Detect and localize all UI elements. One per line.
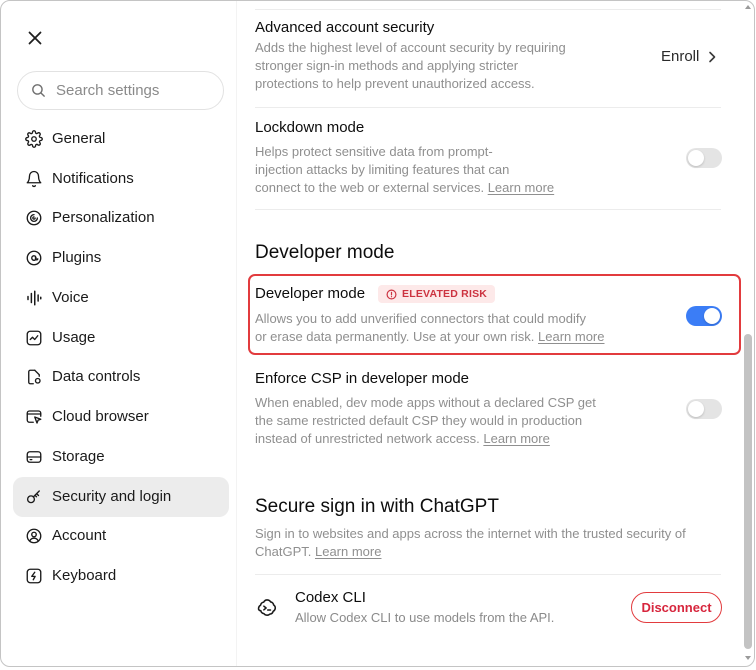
scroll-up-arrow[interactable]	[745, 5, 751, 9]
sidebar-item-storage[interactable]: Storage	[13, 437, 229, 477]
search-input[interactable]	[56, 72, 216, 109]
sidebar-item-label: Usage	[52, 328, 96, 346]
sidebar-nav: General Notifications Personalization Pl…	[13, 119, 229, 596]
scrollbar[interactable]	[742, 1, 754, 666]
sidebar-item-plugins[interactable]: Plugins	[13, 238, 229, 278]
toggle-knob	[688, 150, 704, 166]
learn-more-link[interactable]: Learn more	[538, 329, 604, 344]
sidebar-item-cloud-browser[interactable]: Cloud browser	[13, 397, 229, 437]
app-description: Allow Codex CLI to use models from the A…	[295, 609, 554, 627]
sidebar-item-label: Notifications	[52, 169, 134, 187]
account-icon	[25, 527, 43, 545]
sidebar-item-voice[interactable]: Voice	[13, 278, 229, 318]
voice-waveform-icon	[25, 289, 43, 307]
key-icon	[25, 488, 43, 506]
usage-chart-icon	[25, 329, 43, 347]
sidebar-item-security-and-login[interactable]: Security and login	[13, 476, 229, 517]
sidebar-item-label: Personalization	[52, 209, 155, 227]
learn-more-link[interactable]: Learn more	[483, 431, 549, 446]
storage-icon	[25, 448, 43, 466]
toggle-knob	[704, 308, 720, 324]
scroll-down-arrow[interactable]	[745, 656, 751, 660]
learn-more-link[interactable]: Learn more	[315, 544, 381, 559]
cloud-browser-icon	[25, 408, 43, 426]
settings-window: General Notifications Personalization Pl…	[0, 0, 755, 667]
divider	[255, 9, 721, 10]
sidebar-item-label: Keyboard	[52, 567, 117, 585]
search-icon	[30, 82, 47, 99]
app-title: Codex CLI	[295, 589, 366, 606]
bell-icon	[25, 170, 43, 188]
setting-description: When enabled, dev mode apps without a de…	[255, 394, 596, 448]
sidebar-item-label: Data controls	[52, 368, 141, 386]
enroll-button[interactable]: Enroll	[661, 47, 716, 67]
scrollbar-thumb[interactable]	[744, 334, 752, 649]
sidebar-item-keyboard[interactable]: Keyboard	[13, 556, 229, 596]
sidebar-item-label: Storage	[52, 447, 105, 465]
chevron-right-icon	[708, 51, 716, 63]
setting-description: Adds the highest level of account securi…	[255, 39, 566, 93]
sidebar-item-label: Security and login	[52, 487, 172, 505]
description-text: Allow Codex CLI to use models from the A…	[295, 610, 555, 625]
setting-title: Advanced account security	[255, 19, 435, 36]
plugins-icon	[25, 249, 43, 267]
sidebar-divider	[236, 1, 237, 666]
divider	[255, 209, 721, 210]
section-heading-secure-sign-in: Secure sign in with ChatGPT	[255, 496, 499, 517]
enroll-label: Enroll	[661, 48, 700, 65]
close-icon[interactable]	[25, 28, 45, 48]
setting-title: Enforce CSP in developer mode	[255, 370, 470, 387]
search-field[interactable]	[17, 71, 224, 110]
sidebar-item-general[interactable]: General	[13, 119, 229, 159]
gear-icon	[25, 129, 43, 148]
setting-title: Lockdown mode	[255, 119, 365, 136]
keyboard-icon	[25, 567, 43, 585]
description-text: Helps protect sensitive data from prompt…	[255, 144, 510, 195]
sidebar-item-label: Plugins	[52, 249, 102, 267]
elevated-risk-badge: ELEVATED RISK	[378, 285, 496, 303]
description-text: Adds the highest level of account securi…	[255, 40, 566, 91]
sidebar-item-notifications[interactable]: Notifications	[13, 159, 229, 199]
badge-label: ELEVATED RISK	[402, 288, 488, 300]
divider	[255, 574, 721, 575]
toggle-knob	[688, 401, 704, 417]
lockdown-mode-toggle[interactable]	[686, 148, 722, 168]
learn-more-link[interactable]: Learn more	[488, 180, 554, 195]
divider	[255, 107, 721, 108]
warning-circle-icon	[386, 289, 397, 300]
disconnect-button[interactable]: Disconnect	[631, 592, 722, 623]
enforce-csp-toggle[interactable]	[686, 399, 722, 419]
setting-description: Allows you to add unverified connectors …	[255, 310, 605, 346]
sidebar-item-label: General	[52, 129, 106, 147]
sidebar-item-account[interactable]: Account	[13, 517, 229, 557]
sidebar-item-label: Account	[52, 527, 107, 545]
sidebar-item-usage[interactable]: Usage	[13, 318, 229, 358]
sidebar-item-label: Cloud browser	[52, 408, 149, 426]
setting-description: Helps protect sensitive data from prompt…	[255, 143, 554, 197]
codex-icon	[256, 597, 278, 619]
sidebar-item-label: Voice	[52, 288, 89, 306]
description-text: Allows you to add unverified connectors …	[255, 311, 586, 344]
data-controls-icon	[25, 368, 43, 386]
sidebar-item-data-controls[interactable]: Data controls	[13, 358, 229, 398]
personalization-icon	[25, 209, 43, 227]
section-heading-developer-mode: Developer mode	[255, 242, 395, 263]
developer-mode-toggle[interactable]	[686, 306, 722, 326]
sidebar-item-personalization[interactable]: Personalization	[13, 199, 229, 239]
section-description: Sign in to websites and apps across the …	[255, 525, 686, 561]
setting-title: Developer mode	[255, 285, 366, 302]
